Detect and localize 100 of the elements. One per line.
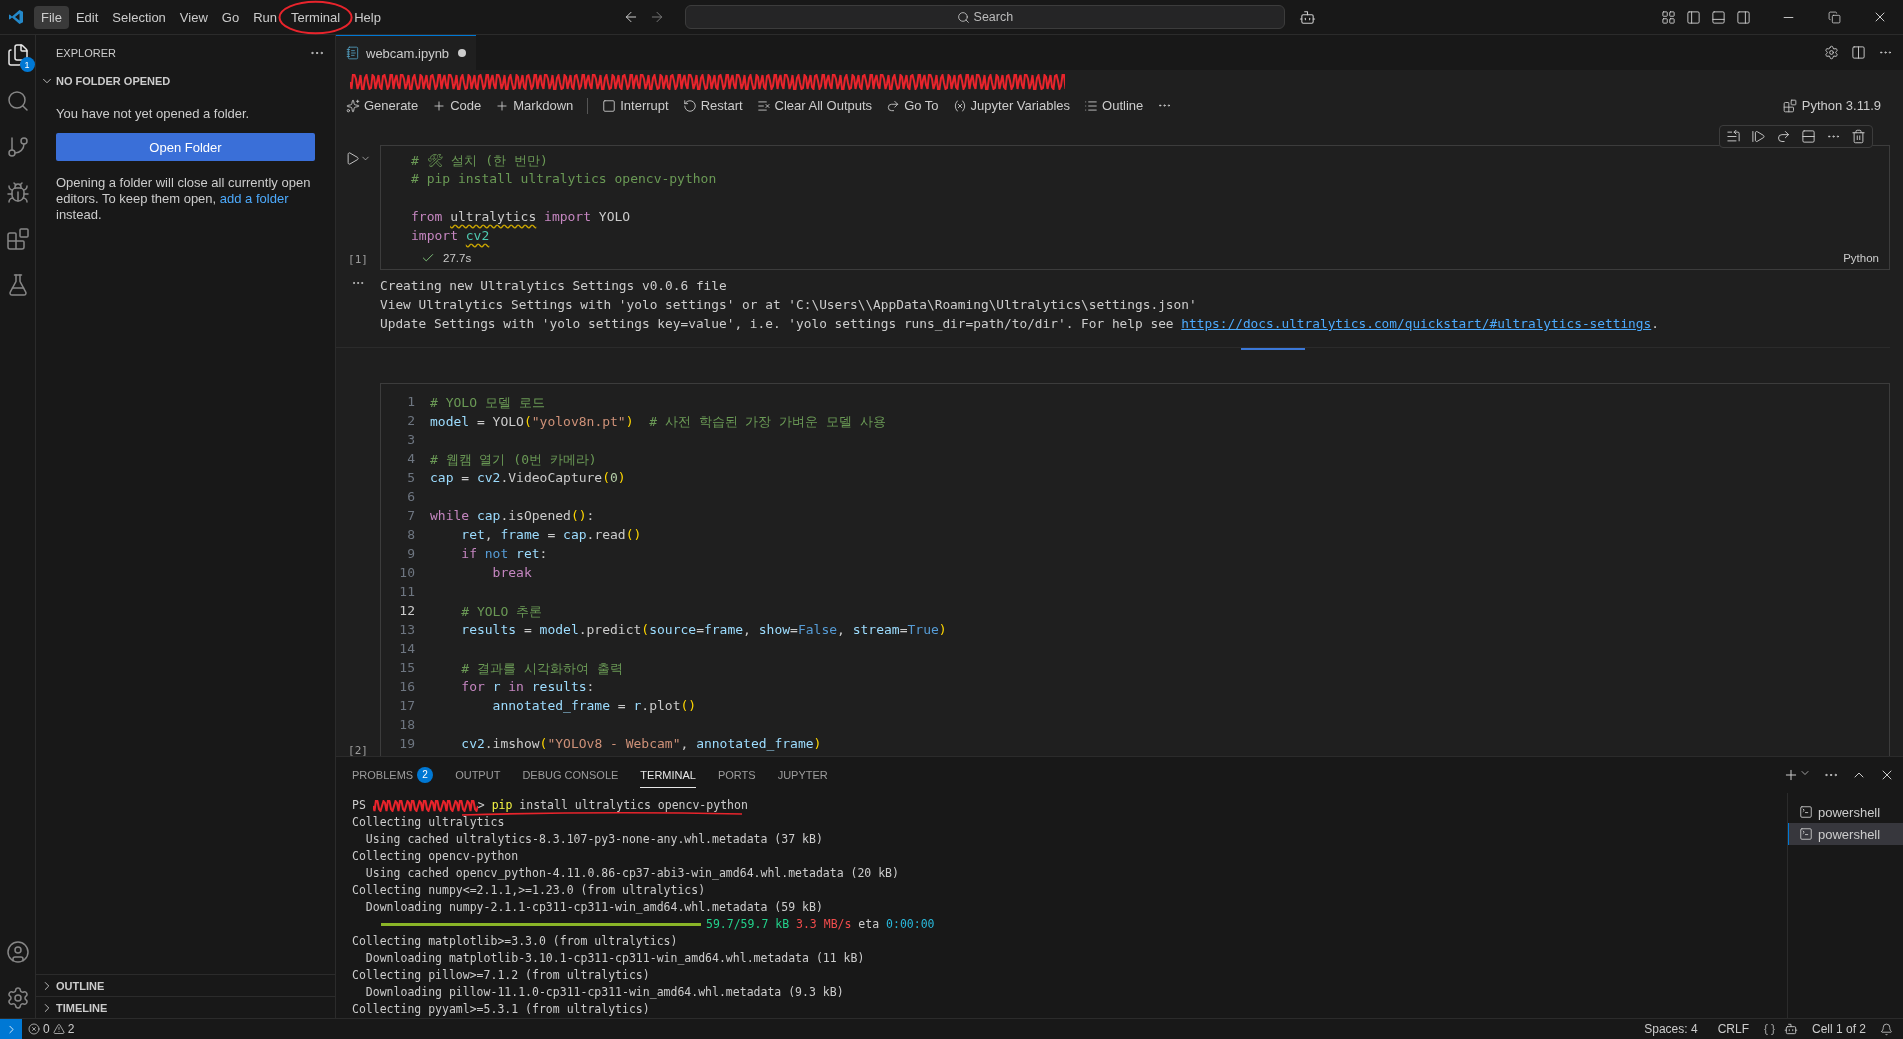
editor-tab[interactable]: webcam.ipynb xyxy=(336,35,476,70)
terminal-text: install ultralytics opencv-python xyxy=(518,797,748,814)
run-icon xyxy=(345,151,360,166)
terminal-text: Collecting pillow>=7.1.2 (from ultralytics) xyxy=(352,967,650,984)
open-folder-button[interactable]: Open Folder xyxy=(56,133,315,161)
execution-count: [1] xyxy=(348,253,368,266)
output-line: Update Settings with 'yolo settings key=value', i.e. 'yolo settings runs_dir=path/to/dir'. For help see https://docs.ultralytics.com/quickstart/#ultralytics-settings. xyxy=(380,315,1659,333)
code-line: # 🛠 설치 (한 번만) xyxy=(411,152,548,170)
plus-icon[interactable] xyxy=(1783,767,1799,783)
bug-icon[interactable] xyxy=(5,181,30,205)
copilot-icon[interactable] xyxy=(1298,8,1316,26)
code-line: if not ret: xyxy=(460,546,548,563)
menu-item[interactable]: Edit xyxy=(68,5,106,29)
arrow-icon xyxy=(886,98,901,113)
split-editor-icon[interactable] xyxy=(1851,45,1866,60)
terminal-text: Using cached opencv_python-4.11.0.86-cp37-abi3-win_amd64.whl.metadata (20 kB) xyxy=(364,865,899,882)
line-number: 6 xyxy=(406,489,415,506)
plus-icon xyxy=(495,98,510,113)
delete-icon[interactable] xyxy=(1851,129,1866,144)
menu-item[interactable]: Go xyxy=(214,5,247,29)
toolbar-button[interactable]: Restart xyxy=(682,98,743,113)
section-header[interactable]: OUTLINE xyxy=(36,974,335,996)
bell-icon[interactable] xyxy=(1880,1022,1893,1036)
terminal-text: Using cached ultralytics-8.3.107-py3-none-any.whl.metadata (37 kB) xyxy=(364,831,823,848)
branch-icon[interactable] xyxy=(5,135,30,159)
notebook-icon xyxy=(346,46,360,60)
status-item[interactable]: CRLF xyxy=(1711,1022,1755,1036)
code-line: # 웹캠 열기 (0번 카메라) xyxy=(430,451,597,469)
run-below-icon[interactable] xyxy=(1776,129,1791,144)
add-folder-link[interactable]: add a folder xyxy=(219,191,289,206)
clear-icon xyxy=(756,98,771,113)
toolbar-button[interactable]: Go To xyxy=(886,98,939,113)
files-icon[interactable] xyxy=(5,43,30,67)
code-line: # YOLO 추론 xyxy=(460,603,543,621)
search-field[interactable]: Search xyxy=(684,5,1285,29)
toolbar-button[interactable]: Markdown xyxy=(495,98,574,113)
panel-tab[interactable]: OUTPUT xyxy=(455,762,501,788)
code-line: # pip install ultralytics opencv-python xyxy=(411,171,717,188)
menu-item[interactable]: File xyxy=(34,5,69,29)
secondary-sidebar-icon[interactable] xyxy=(1736,9,1751,25)
line-number: 9 xyxy=(406,546,415,563)
braces-icon[interactable] xyxy=(1762,1022,1776,1036)
settings-icon[interactable] xyxy=(1824,45,1839,60)
code-line: # YOLO 모델 로드 xyxy=(430,394,545,412)
run-above-icon[interactable] xyxy=(1751,129,1766,144)
code-cell[interactable]: # 🛠 설치 (한 번만) # pip install ultralytics opencv-python from ultralytics import YOLO import cv2 27.7s Python xyxy=(380,145,1890,270)
output-line: View Ultralytics Settings with 'yolo settings' or at 'C:\Users\\AppData\Roaming\Ultralytics\settings.json' xyxy=(380,296,1198,314)
split-cell-icon[interactable] xyxy=(1801,129,1816,144)
copilot-icon[interactable] xyxy=(1783,1022,1798,1036)
terminal-icon xyxy=(1799,805,1813,819)
section-header[interactable]: NO FOLDER OPENED xyxy=(36,70,335,92)
cell-language[interactable]: Python xyxy=(1843,252,1879,264)
toolbar-button[interactable]: Generate xyxy=(346,98,419,113)
status-item[interactable]: Spaces: 4 xyxy=(1638,1022,1704,1036)
panel-tab[interactable]: PORTS xyxy=(717,762,756,788)
toolbar-button[interactable]: Interrupt xyxy=(602,98,669,113)
sidebar-toggle-icon[interactable] xyxy=(1686,9,1701,25)
menu-item[interactable]: Selection xyxy=(105,5,173,29)
menu-item[interactable]: Help xyxy=(347,5,388,29)
status-item[interactable]: Cell 1 of 2 xyxy=(1805,1022,1872,1036)
panel-tab[interactable]: TERMINAL xyxy=(640,762,696,788)
run-cell-button[interactable] xyxy=(345,151,371,166)
stop-icon xyxy=(602,98,617,113)
panel-tab[interactable]: PROBLEMS 2 xyxy=(352,760,434,790)
toolbar-button[interactable]: Clear All Outputs xyxy=(756,98,873,113)
settings-icon[interactable] xyxy=(5,986,30,1010)
code-cell[interactable] xyxy=(380,383,1890,756)
line-number: 18 xyxy=(398,717,415,734)
code-line: from ultralytics import YOLO xyxy=(411,209,631,226)
terminal-icon xyxy=(1799,827,1813,841)
terminal-text: 3.3 MB/s xyxy=(795,916,852,933)
list-icon xyxy=(1084,98,1099,113)
line-number: 14 xyxy=(398,641,415,658)
code-line: break xyxy=(491,565,532,582)
variable-icon xyxy=(952,98,967,113)
menu-item[interactable]: View xyxy=(172,5,215,29)
help-text: Opening a folder will close all currently open editors. To keep them open, add a folder instead. xyxy=(56,175,312,223)
panel-tab[interactable]: JUPYTER xyxy=(777,762,828,788)
kernel-picker[interactable]: Python 3.11.9 xyxy=(1782,98,1881,113)
search-icon[interactable] xyxy=(5,89,30,113)
toolbar-button[interactable]: Outline xyxy=(1084,98,1144,113)
run-by-line-icon[interactable] xyxy=(1726,129,1741,144)
line-number: 11 xyxy=(398,584,415,601)
panel-toggle-icon[interactable] xyxy=(1711,9,1726,25)
menu-item[interactable]: Run xyxy=(246,5,284,29)
problems-status[interactable]: 0 2 xyxy=(22,1022,81,1036)
terminal-text: 0:00:00 xyxy=(886,916,935,933)
docs-link[interactable]: https://docs.ultralytics.com/quickstart/#ultralytics-settings xyxy=(1181,316,1652,331)
restore-icon[interactable] xyxy=(1827,10,1841,24)
line-number: 3 xyxy=(406,432,415,449)
terminal-instance[interactable]: powershell xyxy=(1788,823,1903,845)
panel-tab[interactable]: DEBUG CONSOLE xyxy=(522,762,619,788)
terminal-instance[interactable]: powershell xyxy=(1788,801,1903,823)
toolbar-button[interactable]: Jupyter Variables xyxy=(952,98,1071,113)
blocks-icon[interactable] xyxy=(5,227,30,251)
line-number: 2 xyxy=(406,413,415,430)
toolbar-button[interactable]: Code xyxy=(432,98,482,113)
account-icon[interactable] xyxy=(5,940,30,964)
plus-icon xyxy=(432,98,447,113)
layout-icon[interactable] xyxy=(1661,9,1676,25)
